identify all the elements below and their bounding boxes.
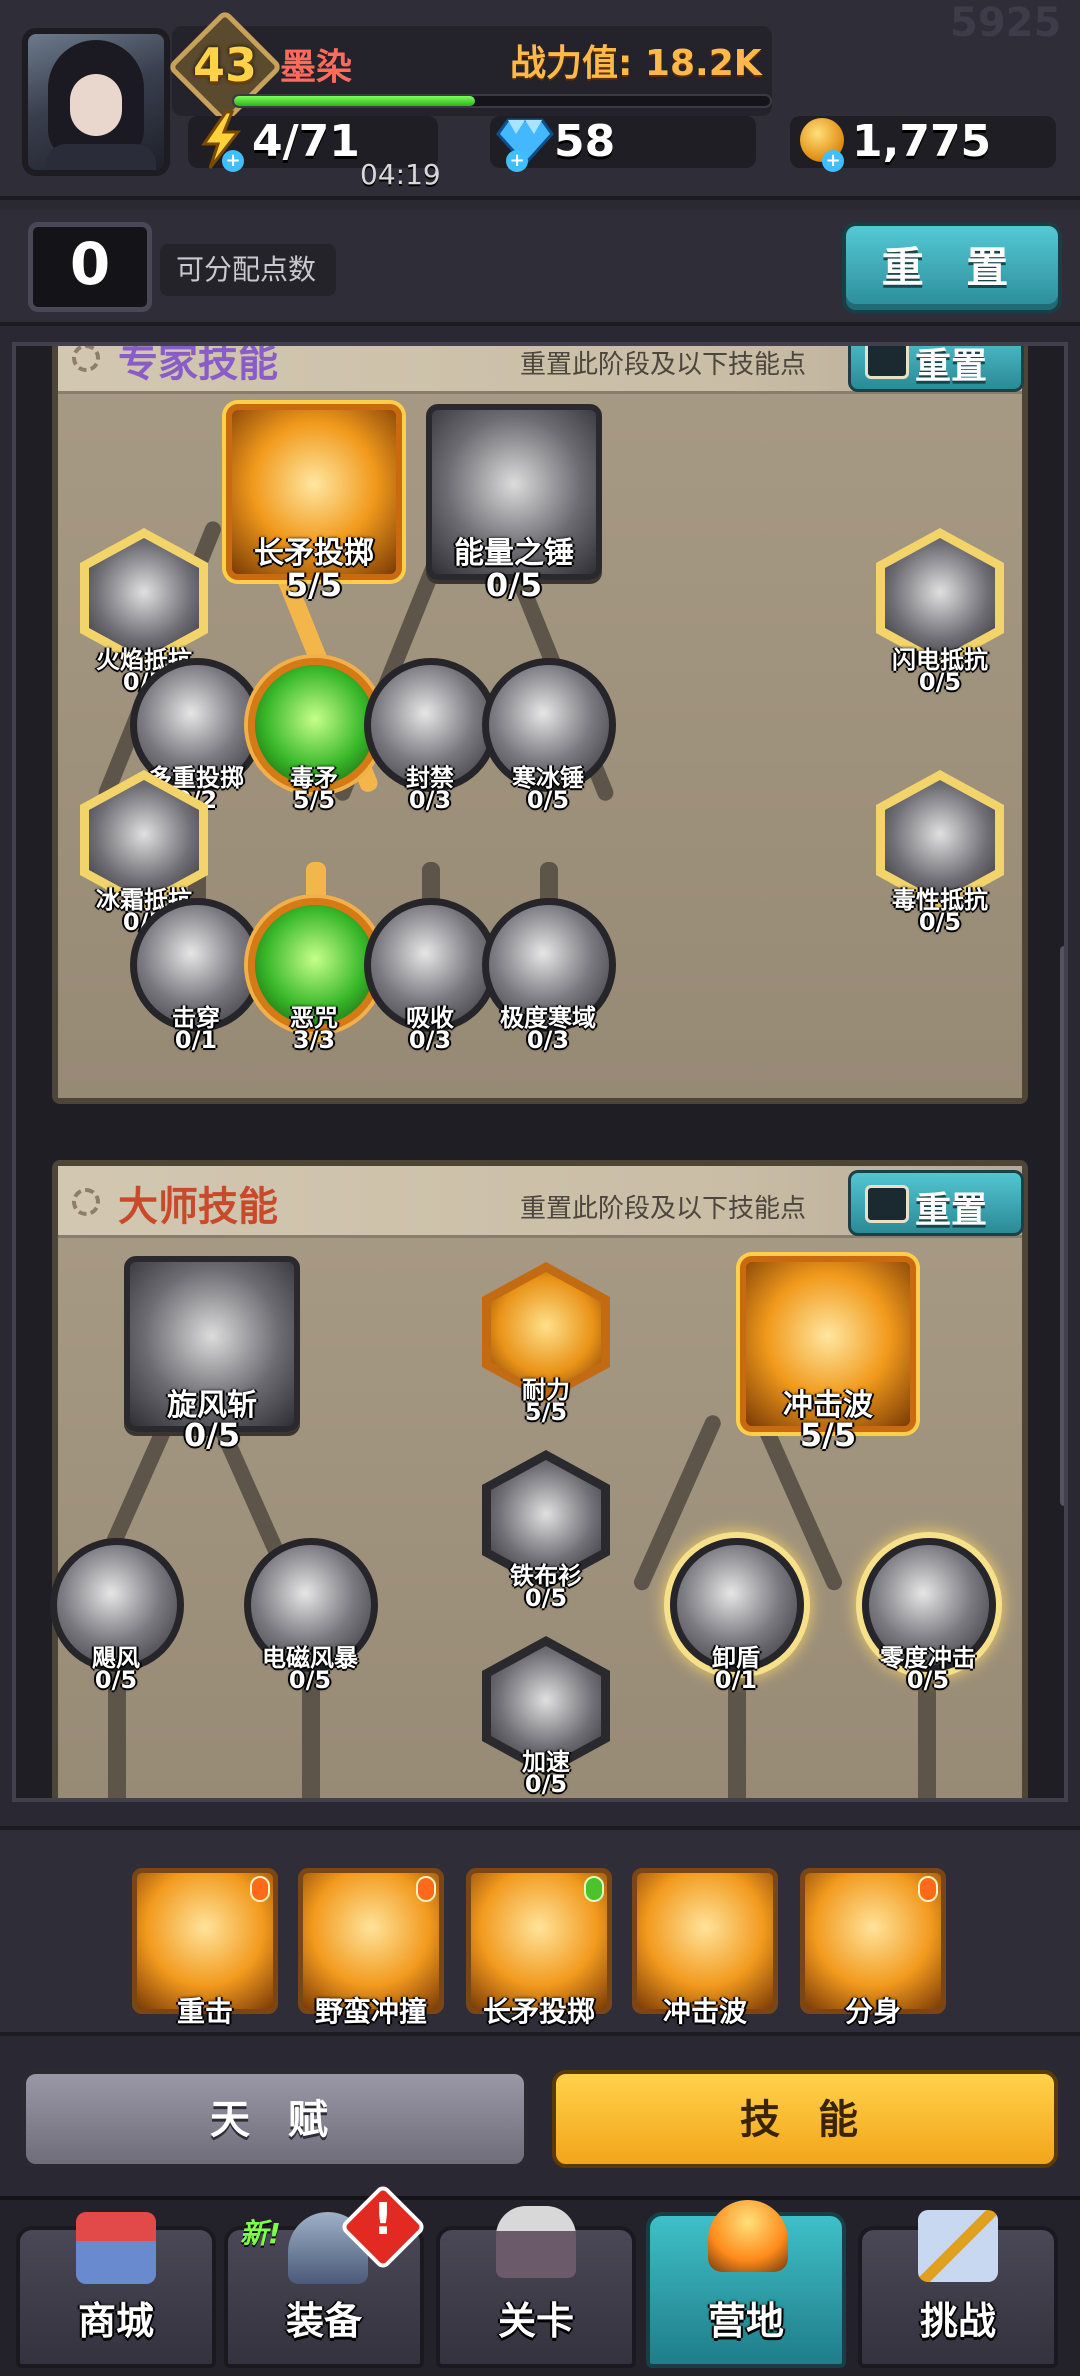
new-tag: 新! xyxy=(240,2217,281,2250)
player-name: 墨染 xyxy=(280,47,353,88)
energy-timer: 04:19 xyxy=(360,158,441,191)
available-points-label: 可分配点数 xyxy=(160,244,336,296)
player-level: 43 xyxy=(192,38,257,92)
expert-section-desc: 重置此阶段及以下技能点 xyxy=(520,350,807,380)
power-value: 战力值: 18.2K xyxy=(510,43,762,84)
gear-icon xyxy=(72,1188,100,1216)
fire-icon xyxy=(250,1876,270,1902)
skill-level: 5/5 xyxy=(524,1398,568,1426)
expert-section-title: 专家技能 xyxy=(118,342,278,386)
master-section-header: 大师技能 重置此阶段及以下技能点 重置 xyxy=(58,1166,1024,1238)
expert-section: 专家技能 重置此阶段及以下技能点 重置 长矛投掷 5/5 能量之锤 0/5 火焰… xyxy=(52,342,1028,1104)
expert-section-header: 专家技能 重置此阶段及以下技能点 重置 xyxy=(58,342,1024,394)
xp-fill xyxy=(234,96,476,106)
avatar-body xyxy=(46,144,156,170)
energy-plus-icon[interactable]: + xyxy=(222,150,244,172)
skill-level: 0/5 xyxy=(524,1584,568,1612)
nav-camp-label: 营地 xyxy=(707,2299,784,2343)
gems-plus-icon[interactable]: + xyxy=(506,150,528,172)
gear-icon xyxy=(72,346,100,372)
master-reset-button[interactable]: 重置 xyxy=(848,1170,1024,1236)
nav-challenge-label: 挑战 xyxy=(919,2299,996,2343)
fire-icon xyxy=(918,1876,938,1902)
equipped-skill-label: 分身 xyxy=(844,1995,901,2028)
skill-level: 0/5 xyxy=(906,1666,950,1694)
expert-reset-label: 重置 xyxy=(915,346,988,387)
available-points: 0 xyxy=(69,230,111,298)
skill-level: 0/3 xyxy=(526,1026,570,1054)
skull-gate-icon xyxy=(496,2206,576,2278)
energy-value: 4/71 xyxy=(252,116,360,167)
skill-level: 0/1 xyxy=(714,1666,758,1694)
shop-icon xyxy=(76,2212,156,2284)
tv-icon xyxy=(865,1185,909,1223)
campfire-icon xyxy=(708,2200,788,2272)
nav-equip-label: 装备 xyxy=(285,2299,362,2343)
master-reset-label: 重置 xyxy=(915,1190,988,1231)
skill-level: 5/5 xyxy=(285,566,343,604)
skill-level: 5/5 xyxy=(799,1416,857,1454)
tab-talent[interactable]: 天 赋 xyxy=(22,2070,528,2168)
nav-stage-label: 关卡 xyxy=(497,2299,574,2343)
equipped-skill-label: 重击 xyxy=(176,1995,233,2028)
skill-tree-scrollbar[interactable] xyxy=(1060,946,1064,1506)
reset-all-button[interactable]: 重 置 xyxy=(842,222,1062,314)
skill-level: 0/5 xyxy=(524,1770,568,1798)
skill-level: 0/5 xyxy=(526,786,570,814)
avatar[interactable] xyxy=(22,28,170,176)
tab-skill[interactable]: 技 能 xyxy=(552,2070,1058,2168)
crossed-swords-icon xyxy=(918,2210,998,2282)
equipped-skill-label: 长矛投掷 xyxy=(482,1995,595,2028)
skill-tree-panel[interactable]: 专家技能 重置此阶段及以下技能点 重置 长矛投掷 5/5 能量之锤 0/5 火焰… xyxy=(12,342,1068,1802)
alert-badge-text: ! xyxy=(372,2194,394,2245)
equipped-skill-label: 野蛮冲撞 xyxy=(314,1995,427,2028)
skill-level: 0/5 xyxy=(94,1666,138,1694)
skull-icon xyxy=(584,1876,604,1902)
skill-level: 0/5 xyxy=(183,1416,241,1454)
gold-value: 1,775 xyxy=(852,116,992,167)
skill-level: 0/5 xyxy=(288,1666,332,1694)
master-section: 大师技能 重置此阶段及以下技能点 重置 旋风斩 0/5 耐力 5/5 冲击波 5… xyxy=(50,1160,1028,1798)
fire-icon xyxy=(416,1876,436,1902)
tv-icon xyxy=(865,346,909,379)
master-section-desc: 重置此阶段及以下技能点 xyxy=(520,1194,807,1224)
gold-plus-icon[interactable]: + xyxy=(822,150,844,172)
watermark: 5925 xyxy=(950,0,1062,46)
master-section-title: 大师技能 xyxy=(118,1184,278,1230)
equipped-skill-label: 冲击波 xyxy=(662,1995,747,2028)
skill-level: 0/5 xyxy=(485,566,543,604)
skill-level: 0/5 xyxy=(918,668,962,696)
expert-reset-button[interactable]: 重置 xyxy=(848,346,1024,392)
avatar-face xyxy=(70,74,122,136)
nav-shop-label: 商城 xyxy=(77,2299,154,2343)
skill-level: 0/5 xyxy=(918,908,962,936)
gems-value: 58 xyxy=(554,116,616,167)
xp-bar xyxy=(232,94,772,108)
